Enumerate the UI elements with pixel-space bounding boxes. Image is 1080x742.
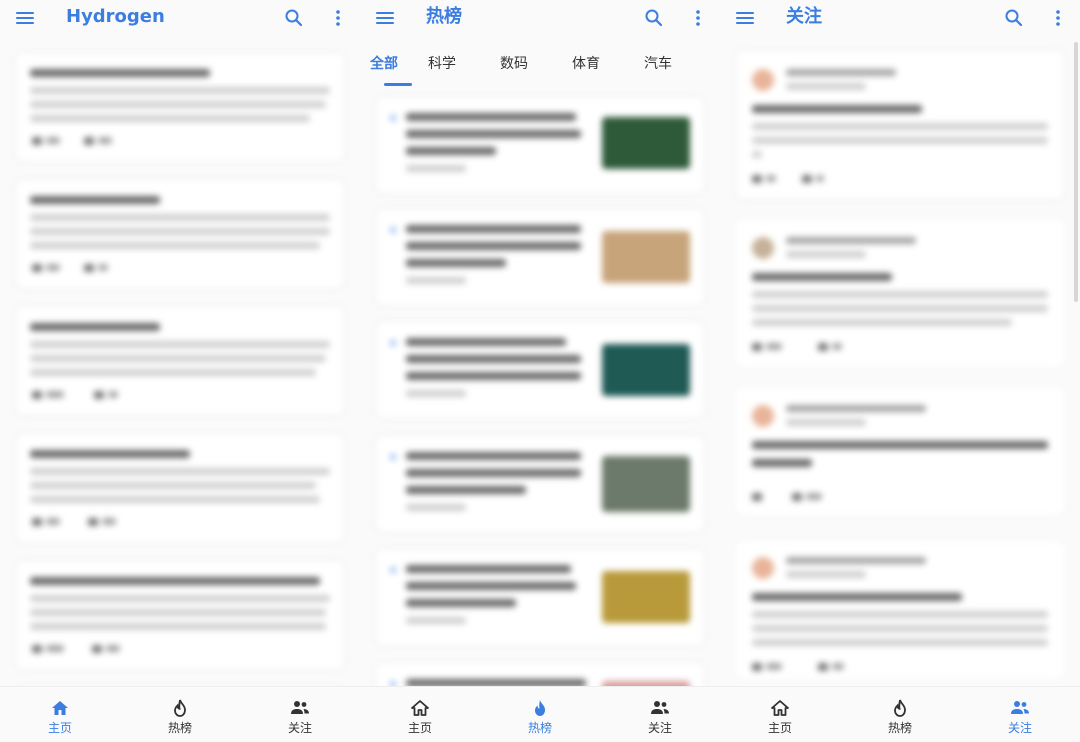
- nav-home[interactable]: 主页: [720, 687, 840, 742]
- hot-list-item[interactable]: [375, 96, 705, 194]
- nav-label: 主页: [47, 721, 72, 735]
- tab-auto[interactable]: 汽车: [622, 44, 694, 88]
- menu-icon[interactable]: [16, 10, 36, 26]
- fire-icon: [894, 699, 906, 717]
- search-icon[interactable]: [644, 8, 664, 28]
- follow-screen: 关注 主页 热榜 关注: [720, 0, 1080, 742]
- tab-science[interactable]: 科学: [406, 44, 478, 88]
- nav-label: 热榜: [887, 721, 912, 735]
- hot-list-item[interactable]: [375, 435, 705, 533]
- follow-feed-card[interactable]: [735, 540, 1065, 680]
- category-tabs: 全部 科学 数码 体育 汽车: [360, 44, 720, 88]
- nav-label: 关注: [647, 721, 672, 735]
- hot-list-item[interactable]: [375, 548, 705, 646]
- tab-sports[interactable]: 体育: [550, 44, 622, 88]
- more-vert-icon[interactable]: [688, 8, 708, 28]
- menu-icon[interactable]: [736, 10, 756, 26]
- home-screen: Hydrogen 主页 热榜 关注: [0, 0, 360, 742]
- nav-label: 关注: [1007, 721, 1032, 735]
- app-title: 热榜: [426, 6, 462, 27]
- nav-follow[interactable]: 关注: [960, 687, 1080, 742]
- home-icon: [411, 700, 429, 716]
- bottom-nav: 主页 热榜 关注: [0, 686, 360, 742]
- nav-label: 热榜: [167, 721, 192, 735]
- nav-label: 关注: [287, 721, 312, 735]
- hot-list-item[interactable]: [375, 321, 705, 419]
- search-icon[interactable]: [1004, 8, 1024, 28]
- nav-label: 主页: [767, 721, 792, 735]
- feed-card[interactable]: [15, 560, 345, 670]
- fire-icon: [535, 700, 545, 716]
- nav-hot[interactable]: 热榜: [480, 687, 600, 742]
- hot-screen: 热榜 全部 科学 数码 体育 汽车 主页 热榜 关注: [360, 0, 720, 742]
- fire-icon: [174, 699, 186, 717]
- feed-card[interactable]: [15, 179, 345, 289]
- hot-list-item[interactable]: [375, 208, 705, 306]
- app-bar: 热榜: [360, 0, 720, 36]
- app-title: Hydrogen: [66, 6, 165, 27]
- nav-follow[interactable]: 关注: [600, 687, 720, 742]
- follow-feed-card[interactable]: [735, 50, 1065, 200]
- nav-label: 热榜: [527, 721, 552, 735]
- app-bar: 关注: [720, 0, 1080, 36]
- people-icon: [651, 701, 669, 714]
- tab-digital[interactable]: 数码: [478, 44, 550, 88]
- nav-home[interactable]: 主页: [360, 687, 480, 742]
- feed-card[interactable]: [15, 306, 345, 416]
- home-icon: [771, 700, 789, 716]
- bottom-nav: 主页 热榜 关注: [360, 686, 720, 742]
- nav-home[interactable]: 主页: [0, 687, 120, 742]
- app-bar: Hydrogen: [0, 0, 360, 36]
- tab-all[interactable]: 全部: [362, 44, 412, 88]
- nav-hot[interactable]: 热榜: [120, 687, 240, 742]
- feed-card[interactable]: [15, 433, 345, 543]
- scrollbar[interactable]: [1074, 42, 1078, 302]
- nav-follow[interactable]: 关注: [240, 687, 360, 742]
- follow-feed-card[interactable]: [735, 218, 1065, 368]
- menu-icon[interactable]: [376, 10, 396, 26]
- nav-hot[interactable]: 热榜: [840, 687, 960, 742]
- app-title: 关注: [786, 6, 822, 27]
- search-icon[interactable]: [284, 8, 304, 28]
- people-icon: [291, 701, 309, 714]
- more-vert-icon[interactable]: [328, 8, 348, 28]
- follow-feed-card[interactable]: [735, 386, 1065, 516]
- nav-label: 主页: [407, 721, 432, 735]
- bottom-nav: 主页 热榜 关注: [720, 686, 1080, 742]
- more-vert-icon[interactable]: [1048, 8, 1068, 28]
- home-icon: [52, 701, 68, 715]
- people-icon: [1011, 701, 1029, 714]
- feed-card[interactable]: [15, 52, 345, 162]
